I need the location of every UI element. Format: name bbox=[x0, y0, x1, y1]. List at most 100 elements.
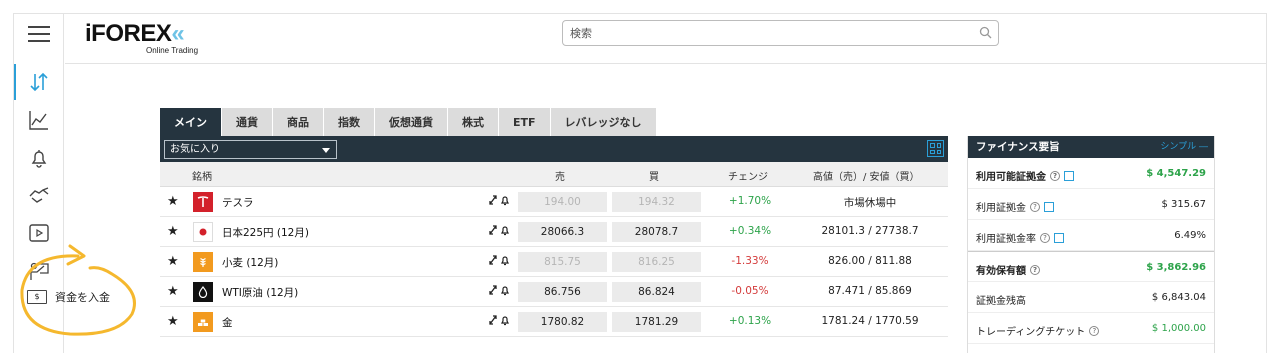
star-icon[interactable]: ★ bbox=[167, 254, 179, 269]
table-row[interactable]: ★ WTI原油 (12月) 86.756 86.824 -0.05% 87.47… bbox=[160, 277, 948, 307]
finance-label: 有効保有額 bbox=[976, 266, 1026, 277]
finance-label: 利用証拠金率 bbox=[976, 234, 1036, 245]
buy-price-button[interactable]: 86.824 bbox=[612, 282, 701, 302]
external-link-icon[interactable] bbox=[1054, 232, 1064, 243]
video-play-icon[interactable] bbox=[26, 220, 52, 246]
change-value: -0.05% bbox=[731, 285, 769, 297]
search-input[interactable] bbox=[563, 21, 963, 45]
tab-main[interactable]: メイン bbox=[160, 108, 222, 136]
tab-stocks[interactable]: 株式 bbox=[448, 108, 499, 136]
search-icon[interactable] bbox=[979, 26, 992, 42]
change-value: +0.13% bbox=[728, 315, 772, 327]
finance-label: 証拠金残高 bbox=[976, 296, 1026, 307]
buy-price-button[interactable]: 816.25 bbox=[612, 252, 701, 272]
bell-icon[interactable] bbox=[500, 314, 510, 326]
tab-currency[interactable]: 通貨 bbox=[222, 108, 273, 136]
high-low-value: 87.471 / 85.869 bbox=[828, 285, 912, 297]
help-icon[interactable]: ? bbox=[1089, 325, 1100, 336]
market-tabs: メイン 通貨 商品 指数 仮想通貨 株式 ETF レバレッジなし bbox=[160, 108, 657, 136]
sell-price-button[interactable]: 815.75 bbox=[518, 252, 607, 272]
change-value: +1.70% bbox=[728, 195, 772, 207]
tesla-logo-icon bbox=[193, 192, 213, 212]
star-icon[interactable]: ★ bbox=[167, 194, 179, 209]
tab-no-leverage[interactable]: レバレッジなし bbox=[550, 108, 657, 136]
expand-icon[interactable] bbox=[488, 224, 498, 236]
high-low-value: 市場休場中 bbox=[843, 197, 897, 209]
favorites-dropdown[interactable]: お気に入り bbox=[164, 140, 337, 159]
instrument-name: 金 bbox=[222, 317, 233, 329]
bell-icon[interactable] bbox=[500, 284, 510, 296]
instruments-table: 銘柄 売 買 チェンジ 高値（売）/ 安値（買） ★ テスラ 194.00 19… bbox=[160, 162, 948, 337]
app-frame: iFOREX« Online Trading メイン 通貨 商品 指数 仮想通貨… bbox=[13, 13, 1267, 353]
help-icon[interactable]: ? bbox=[1040, 232, 1050, 243]
top-bar: iFOREX« Online Trading bbox=[65, 14, 1266, 64]
help-icon[interactable]: ? bbox=[1030, 201, 1040, 212]
instrument-name: 日本225円 (12月) bbox=[222, 227, 309, 239]
help-icon[interactable]: ? bbox=[1050, 170, 1060, 181]
expand-icon[interactable] bbox=[488, 194, 498, 206]
tab-commodities[interactable]: 商品 bbox=[273, 108, 324, 136]
bell-icon[interactable] bbox=[500, 194, 510, 206]
tab-indices[interactable]: 指数 bbox=[324, 108, 375, 136]
star-icon[interactable]: ★ bbox=[167, 314, 179, 329]
high-low-value: 28101.3 / 27738.7 bbox=[821, 225, 919, 237]
simple-toggle[interactable]: シンプル ― bbox=[1160, 136, 1208, 158]
trade-arrows-icon[interactable] bbox=[26, 69, 52, 95]
deposit-button[interactable]: $ 資金を入金 bbox=[15, 282, 125, 312]
external-link-icon[interactable] bbox=[1064, 170, 1074, 181]
table-row[interactable]: ★ 金 1780.82 1781.29 +0.13% 1781.24 / 177… bbox=[160, 307, 948, 337]
sell-price-button[interactable]: 86.756 bbox=[518, 282, 607, 302]
buy-price-button[interactable]: 194.32 bbox=[612, 192, 701, 212]
finance-value: $ 1,000.00 bbox=[1151, 323, 1206, 334]
table-row[interactable]: ★ 日本225円 (12月) 28066.3 28078.7 +0.34% 28… bbox=[160, 217, 948, 247]
col-symbol: 銘柄 bbox=[192, 172, 212, 183]
help-icon[interactable]: ? bbox=[1030, 264, 1040, 275]
sell-price-button[interactable]: 28066.3 bbox=[518, 222, 607, 242]
expand-icon[interactable] bbox=[488, 254, 498, 266]
row-actions bbox=[488, 314, 510, 326]
change-value: +0.34% bbox=[728, 225, 772, 237]
col-change: チェンジ bbox=[728, 172, 768, 183]
table-row[interactable]: ★ 小麦 (12月) 815.75 816.25 -1.33% 826.00 /… bbox=[160, 247, 948, 277]
search-box[interactable] bbox=[562, 20, 999, 46]
tab-crypto[interactable]: 仮想通貨 bbox=[375, 108, 448, 136]
finance-summary-title: ファイナンス要旨 bbox=[976, 141, 1060, 153]
oil-drop-icon bbox=[193, 282, 213, 302]
external-link-icon[interactable] bbox=[1044, 201, 1054, 212]
buy-price-button[interactable]: 1781.29 bbox=[612, 312, 701, 332]
bell-icon[interactable] bbox=[500, 224, 510, 236]
bell-icon[interactable] bbox=[26, 145, 52, 171]
expand-icon[interactable] bbox=[488, 314, 498, 326]
iforex-logo[interactable]: iFOREX« Online Trading bbox=[85, 22, 198, 56]
col-buy: 買 bbox=[649, 172, 659, 183]
row-actions bbox=[488, 254, 510, 266]
buy-price-button[interactable]: 28078.7 bbox=[612, 222, 701, 242]
grid-view-icon[interactable] bbox=[927, 140, 944, 157]
bell-icon[interactable] bbox=[500, 254, 510, 266]
expand-icon[interactable] bbox=[488, 284, 498, 296]
star-icon[interactable]: ★ bbox=[167, 284, 179, 299]
handshake-icon[interactable] bbox=[26, 182, 52, 208]
tab-etf[interactable]: ETF bbox=[499, 108, 551, 136]
finance-value: $ 6,843.04 bbox=[1151, 292, 1206, 303]
menu-icon[interactable] bbox=[28, 26, 50, 42]
wheat-icon bbox=[193, 252, 213, 272]
table-row[interactable]: ★ テスラ 194.00 194.32 +1.70% 市場休場中 bbox=[160, 187, 948, 217]
finance-row: トレーディングチケット? $ 1,000.00 bbox=[968, 313, 1214, 344]
finance-value: $ 315.67 bbox=[1161, 199, 1206, 210]
finance-summary-panel: ファイナンス要旨 シンプル ― 利用可能証拠金? $ 4,547.29 利用証拠… bbox=[967, 136, 1215, 353]
presentation-icon[interactable] bbox=[26, 258, 52, 284]
logo-text: iFOREX« bbox=[85, 20, 185, 47]
finance-label: 利用証拠金 bbox=[976, 203, 1026, 214]
high-low-value: 826.00 / 811.88 bbox=[828, 255, 912, 267]
star-icon[interactable]: ★ bbox=[167, 224, 179, 239]
japan-flag-icon bbox=[193, 222, 213, 242]
sell-price-button[interactable]: 194.00 bbox=[518, 192, 607, 212]
finance-value: $ 4,547.29 bbox=[1146, 168, 1206, 179]
col-sell: 売 bbox=[555, 172, 565, 183]
row-actions bbox=[488, 284, 510, 296]
sell-price-button[interactable]: 1780.82 bbox=[518, 312, 607, 332]
chart-icon[interactable] bbox=[26, 107, 52, 133]
filter-bar: お気に入り bbox=[160, 136, 948, 162]
finance-row: 証拠金残高 $ 6,843.04 bbox=[968, 282, 1214, 313]
